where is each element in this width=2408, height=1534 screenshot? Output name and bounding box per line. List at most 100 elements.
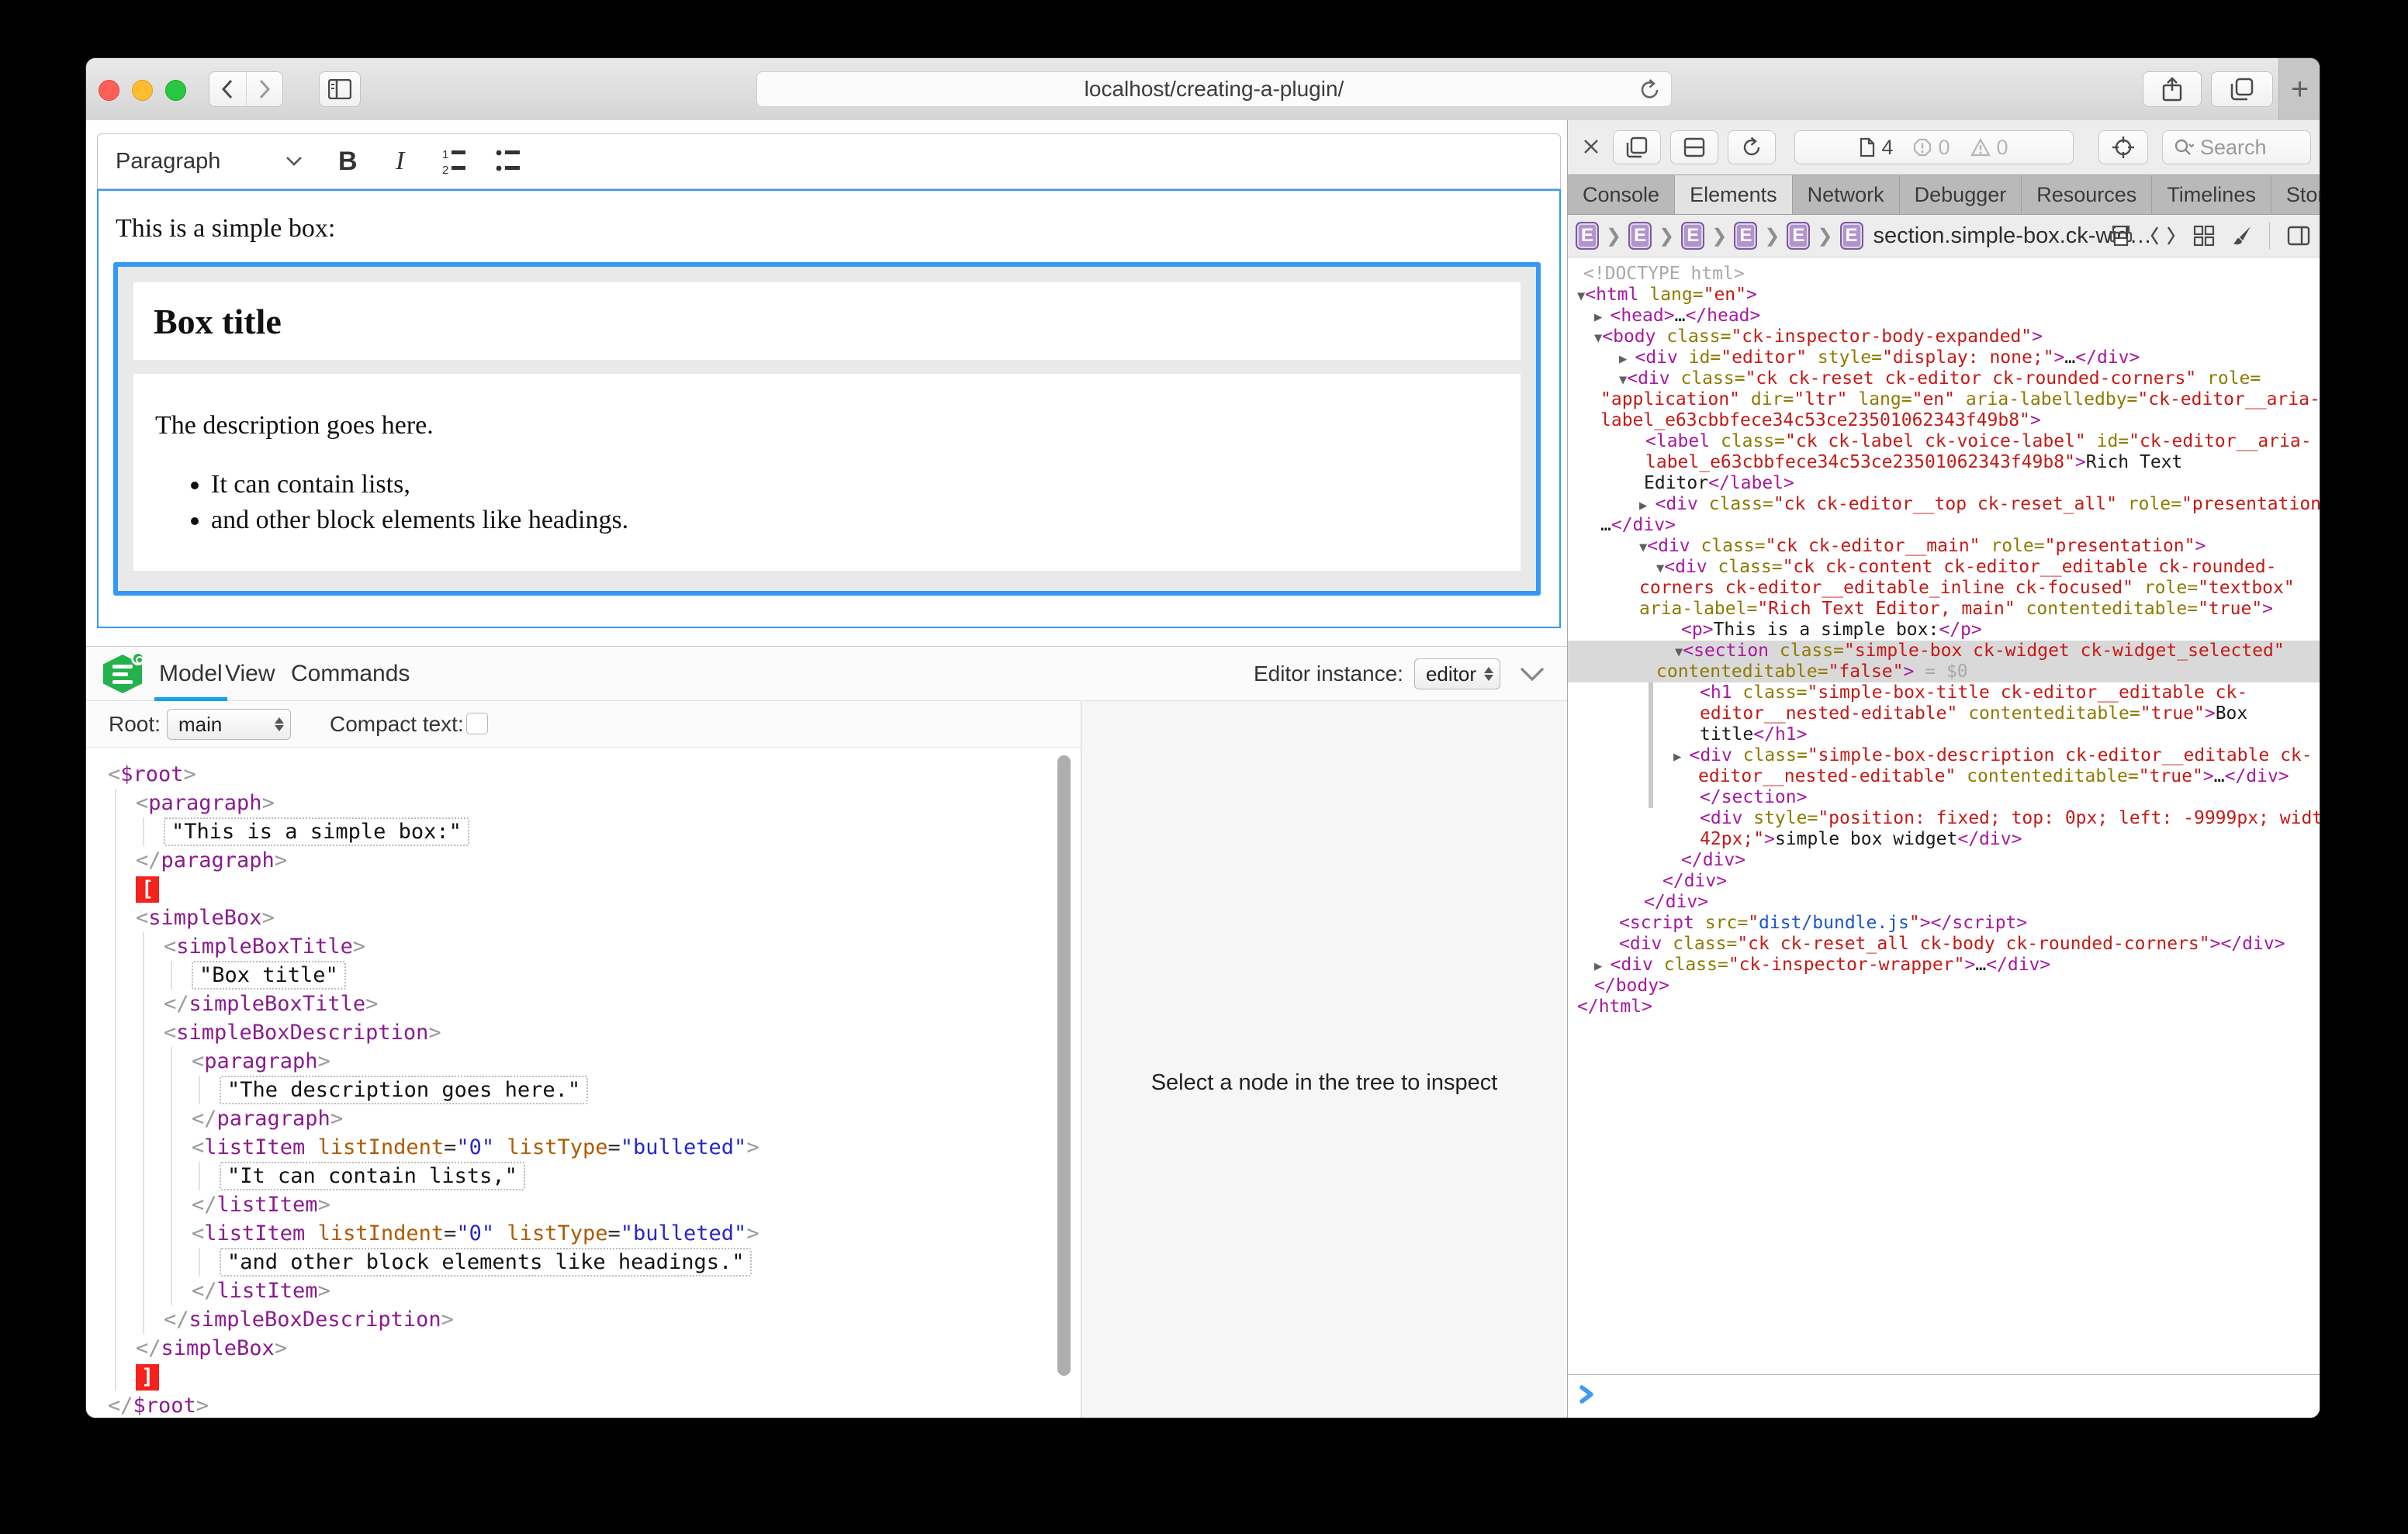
model-tree-line[interactable]: [ bbox=[86, 875, 1081, 903]
grid-layout-icon[interactable] bbox=[2193, 225, 2215, 247]
devtools-tab-resources[interactable]: Resources bbox=[2022, 175, 2152, 214]
model-tree-line[interactable]: "Box title" bbox=[86, 961, 1081, 990]
description-list[interactable]: It can contain lists,and other block ele… bbox=[133, 470, 1521, 535]
inspector-tab-model[interactable]: Model bbox=[159, 647, 223, 701]
dom-tree-line[interactable]: <div class="ck ck-reset_all ck-body ck-r… bbox=[1568, 934, 2320, 955]
tab-overview-button[interactable] bbox=[2211, 71, 2273, 107]
model-tree-line[interactable]: <paragraph> bbox=[86, 789, 1081, 817]
devtools-tab-storage[interactable]: Storage bbox=[2271, 175, 2320, 214]
model-tree-line[interactable]: <simpleBox> bbox=[86, 903, 1081, 932]
devtools-tab-console[interactable]: Console bbox=[1568, 175, 1675, 214]
text-node[interactable]: "It can contain lists," bbox=[220, 1162, 525, 1190]
dom-tree-line[interactable]: ▼<body class="ck-inspector-body-expanded… bbox=[1568, 326, 2320, 347]
devtools-tab-elements[interactable]: Elements bbox=[1675, 175, 1793, 214]
model-tree-line[interactable]: <paragraph> bbox=[86, 1047, 1081, 1076]
model-tree-line[interactable]: "The description goes here." bbox=[86, 1076, 1081, 1104]
dom-tree-line[interactable]: ▶ <div class="simple-box-description ck-… bbox=[1568, 745, 2320, 766]
simple-box-description-area[interactable]: The description goes here. It can contai… bbox=[133, 374, 1521, 571]
model-tree-line[interactable]: </paragraph> bbox=[86, 1104, 1081, 1133]
bold-button[interactable]: B bbox=[338, 134, 358, 188]
element-picker-button[interactable] bbox=[2098, 130, 2148, 164]
issues-summary[interactable]: 4 0 0 bbox=[1794, 130, 2074, 164]
devtools-reload-button[interactable] bbox=[1728, 130, 1776, 164]
url-bar[interactable]: localhost/creating-a-plugin/ bbox=[756, 71, 1672, 107]
model-tree-line[interactable]: "and other block elements like headings.… bbox=[86, 1248, 1081, 1277]
dom-tree-line[interactable]: ▼<div class="ck ck-content ck-editor__ed… bbox=[1568, 557, 2320, 578]
inspector-tab-view[interactable]: View bbox=[225, 647, 275, 701]
model-tree-line[interactable]: <$root> bbox=[86, 760, 1081, 789]
inspector-tab-commands[interactable]: Commands bbox=[291, 647, 410, 701]
model-tree-line[interactable]: </simpleBox> bbox=[86, 1334, 1081, 1363]
back-button[interactable] bbox=[209, 72, 247, 106]
dom-tree-line[interactable]: ▼<div class="ck ck-editor__main" role="p… bbox=[1568, 536, 2320, 557]
dock-side-button[interactable] bbox=[1670, 130, 1718, 164]
breadcrumb-element-badge[interactable]: E bbox=[1628, 222, 1652, 250]
dom-tree-line[interactable]: ▼<html lang="en"> bbox=[1568, 285, 2320, 306]
dom-tree-line[interactable]: contenteditable="false"> = $0 bbox=[1568, 662, 2320, 682]
dom-tree-line[interactable]: </body> bbox=[1568, 976, 2320, 997]
dom-tree-line[interactable]: ▼<section class="simple-box ck-widget ck… bbox=[1568, 641, 2320, 662]
reload-button[interactable] bbox=[1638, 78, 1662, 102]
dom-tree-line[interactable]: label_e63cbbfece34c53ce23501062343f49b8"… bbox=[1568, 410, 2320, 431]
italic-button[interactable]: I bbox=[396, 134, 404, 188]
list-item[interactable]: and other block elements like headings. bbox=[211, 506, 1521, 535]
dom-tree-line[interactable]: Editor</label> bbox=[1568, 473, 2320, 494]
devtools-tab-timelines[interactable]: Timelines bbox=[2152, 175, 2271, 214]
zoom-window-button[interactable] bbox=[165, 80, 186, 101]
text-node[interactable]: "and other block elements like headings.… bbox=[220, 1248, 752, 1277]
model-tree-line[interactable]: </listItem> bbox=[86, 1277, 1081, 1305]
dom-tree-line[interactable]: ▶ <div class="ck-inspector-wrapper">…</d… bbox=[1568, 955, 2320, 976]
model-tree-line[interactable]: </listItem> bbox=[86, 1190, 1081, 1219]
model-tree-line[interactable]: </simpleBoxDescription> bbox=[86, 1305, 1081, 1334]
dom-tree-line[interactable]: <!DOCTYPE html> bbox=[1568, 264, 2320, 285]
model-tree-line[interactable]: </paragraph> bbox=[86, 846, 1081, 875]
dom-tree-line[interactable]: <p>This is a simple box:</p> bbox=[1568, 620, 2320, 641]
bulleted-list-button[interactable] bbox=[495, 134, 526, 188]
box-title-heading[interactable]: Box title bbox=[133, 282, 1521, 342]
dom-tree-line[interactable]: ▼<div class="ck ck-reset ck-editor ck-ro… bbox=[1568, 368, 2320, 389]
model-tree-line[interactable]: <simpleBoxDescription> bbox=[86, 1018, 1081, 1047]
editor-instance-select[interactable]: editor bbox=[1414, 658, 1500, 689]
devtools-close-button[interactable] bbox=[1576, 131, 1607, 162]
dom-tree-line[interactable]: ▶ <div class="ck ck-editor__top ck-reset… bbox=[1568, 494, 2320, 515]
dom-tree-line[interactable]: corners ck-editor__editable_inline ck-fo… bbox=[1568, 578, 2320, 599]
dom-tree-line[interactable]: title</h1> bbox=[1568, 724, 2320, 745]
dom-tree-line[interactable]: </section> bbox=[1568, 787, 2320, 808]
dom-tree-line[interactable]: label_e63cbbfece34c53ce23501062343f49b8"… bbox=[1568, 452, 2320, 473]
dom-tree-line[interactable]: <div style="position: fixed; top: 0px; l… bbox=[1568, 808, 2320, 829]
model-tree-line[interactable]: "It can contain lists," bbox=[86, 1162, 1081, 1190]
breadcrumb-element-badge[interactable]: E bbox=[1787, 222, 1810, 250]
dom-tree-line[interactable]: editor__nested-editable" contenteditable… bbox=[1568, 766, 2320, 787]
sidebar-toggle-button[interactable] bbox=[319, 71, 361, 107]
devtools-tab-network[interactable]: Network bbox=[1793, 175, 1900, 214]
paragraph-dropdown-chevron[interactable] bbox=[285, 134, 303, 188]
model-tree-line[interactable]: ] bbox=[86, 1363, 1081, 1391]
devtools-tab-debugger[interactable]: Debugger bbox=[1900, 175, 2022, 214]
undock-button[interactable] bbox=[1613, 130, 1661, 164]
breadcrumb-element-badge[interactable]: E bbox=[1734, 222, 1757, 250]
breadcrumb-element-badge[interactable]: E bbox=[1840, 222, 1863, 250]
details-sidebar-icon[interactable] bbox=[2287, 226, 2310, 246]
print-icon[interactable] bbox=[2109, 225, 2133, 247]
text-node[interactable]: "This is a simple box:" bbox=[164, 817, 469, 846]
dom-tree-line[interactable]: </html> bbox=[1568, 997, 2320, 1017]
model-tree-line[interactable]: <simpleBoxTitle> bbox=[86, 932, 1081, 961]
minimize-window-button[interactable] bbox=[132, 80, 153, 101]
dom-tree-line[interactable]: <h1 class="simple-box-title ck-editor__e… bbox=[1568, 682, 2320, 703]
close-window-button[interactable] bbox=[99, 80, 119, 101]
model-tree-line[interactable]: </$root> bbox=[86, 1391, 1081, 1418]
styles-brush-icon[interactable] bbox=[2232, 225, 2252, 247]
share-button[interactable] bbox=[2143, 71, 2202, 107]
dom-tree-line[interactable]: 42px;">simple box widget</div> bbox=[1568, 829, 2320, 850]
dom-tree-line[interactable]: <label class="ck ck-label ck-voice-label… bbox=[1568, 431, 2320, 452]
code-brackets-icon[interactable] bbox=[2150, 226, 2176, 246]
dom-tree-line[interactable]: ▶ <head>…</head> bbox=[1568, 306, 2320, 326]
root-select[interactable]: main bbox=[167, 709, 291, 740]
new-tab-button[interactable]: + bbox=[2278, 58, 2320, 120]
compact-text-checkbox[interactable] bbox=[466, 713, 488, 734]
model-tree-line[interactable]: <listItem listIndent="0" listType="bulle… bbox=[86, 1133, 1081, 1162]
model-tree-line[interactable]: </simpleBoxTitle> bbox=[86, 990, 1081, 1018]
dom-tree-line[interactable]: ▶ <div id="editor" style="display: none;… bbox=[1568, 347, 2320, 368]
devtools-search-field[interactable]: Search bbox=[2162, 130, 2311, 164]
dom-tree-line[interactable]: "application" dir="ltr" lang="en" aria-l… bbox=[1568, 389, 2320, 410]
